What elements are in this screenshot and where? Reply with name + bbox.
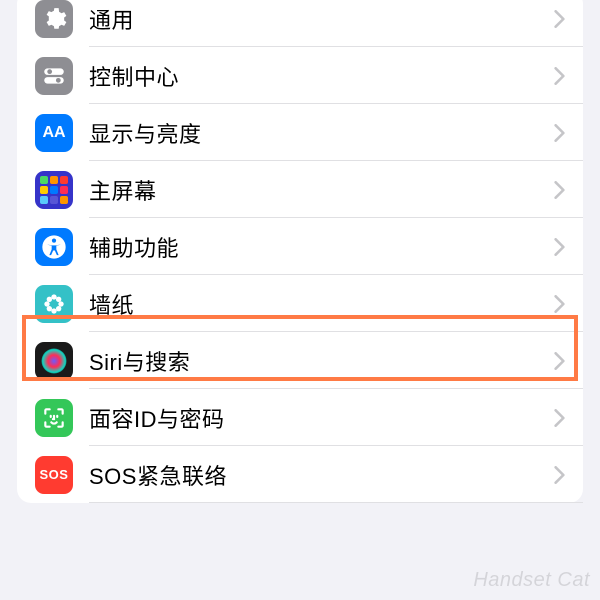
row-label: 面容ID与密码 <box>89 402 554 434</box>
row-wallpaper[interactable]: 墙纸 <box>17 275 583 332</box>
row-label: 墙纸 <box>89 288 554 320</box>
chevron-right-icon <box>554 238 565 256</box>
row-siri-search[interactable]: Siri与搜索 <box>17 332 583 389</box>
app-grid-icon <box>35 171 73 209</box>
row-emergency-sos[interactable]: SOS SOS紧急联络 <box>17 446 583 503</box>
watermark-text: Handset Cat <box>473 569 590 592</box>
chevron-right-icon <box>554 67 565 85</box>
siri-icon <box>35 342 73 380</box>
chevron-right-icon <box>554 181 565 199</box>
row-control-center[interactable]: 控制中心 <box>17 47 583 104</box>
row-label: 主屏幕 <box>89 174 554 206</box>
row-label: SOS紧急联络 <box>89 459 554 491</box>
flower-icon <box>35 285 73 323</box>
row-label: 控制中心 <box>89 60 554 92</box>
row-accessibility[interactable]: 辅助功能 <box>17 218 583 275</box>
row-home-screen[interactable]: 主屏幕 <box>17 161 583 218</box>
chevron-right-icon <box>554 10 565 28</box>
row-general[interactable]: 通用 <box>17 0 583 47</box>
row-label: Siri与搜索 <box>89 345 554 377</box>
chevron-right-icon <box>554 124 565 142</box>
chevron-right-icon <box>554 352 565 370</box>
toggles-icon <box>35 57 73 95</box>
chevron-right-icon <box>554 409 565 427</box>
row-label: 显示与亮度 <box>89 117 554 149</box>
sos-icon: SOS <box>35 456 73 494</box>
settings-list: 通用 控制中心 AA 显示与亮度 主屏幕 辅助功能 <box>17 0 583 503</box>
gear-icon <box>35 0 73 38</box>
text-size-icon: AA <box>35 114 73 152</box>
row-label: 辅助功能 <box>89 231 554 263</box>
faceid-icon <box>35 399 73 437</box>
row-face-id-passcode[interactable]: 面容ID与密码 <box>17 389 583 446</box>
chevron-right-icon <box>554 466 565 484</box>
chevron-right-icon <box>554 295 565 313</box>
row-display-brightness[interactable]: AA 显示与亮度 <box>17 104 583 161</box>
accessibility-icon <box>35 228 73 266</box>
row-label: 通用 <box>89 3 554 35</box>
